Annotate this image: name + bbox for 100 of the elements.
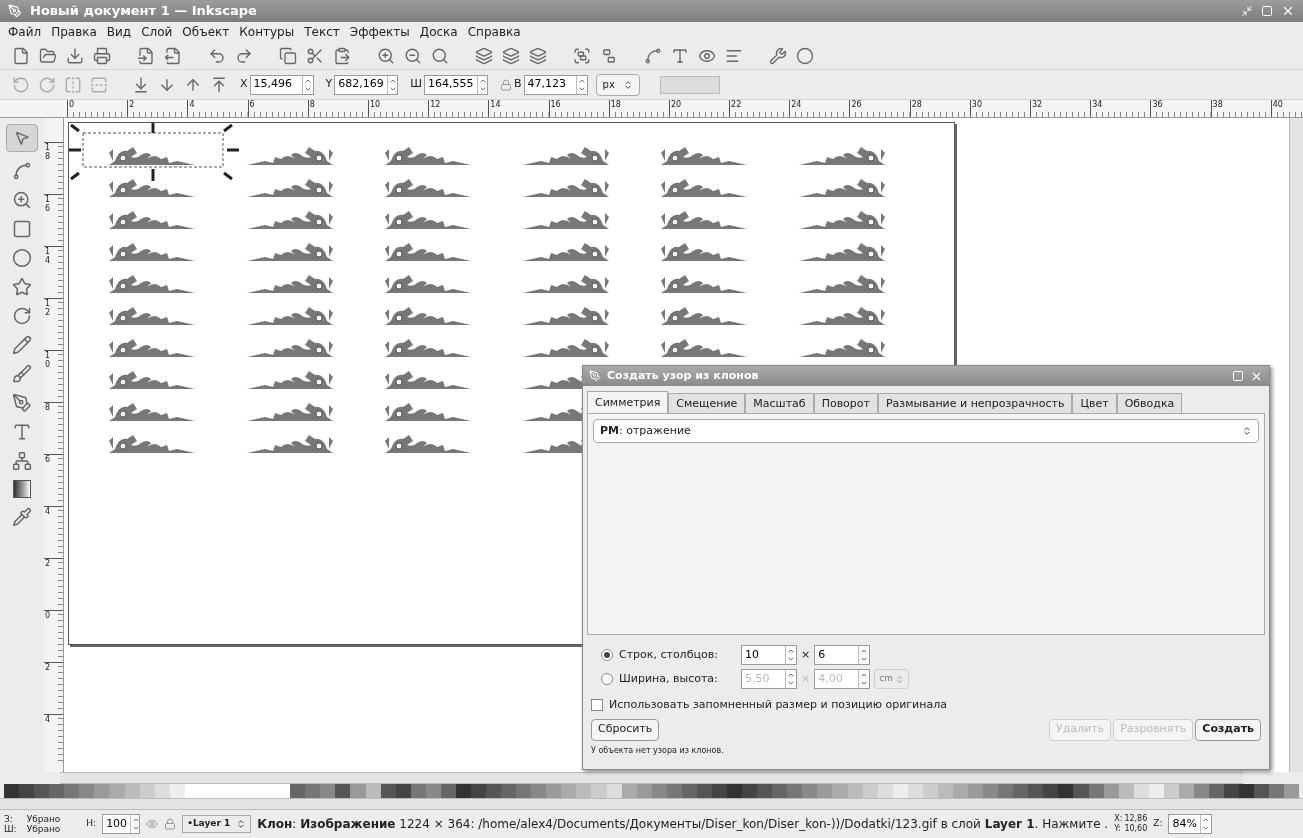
spiral-icon[interactable] (12, 306, 32, 326)
export-icon[interactable] (164, 46, 182, 65)
unit-dropdown[interactable]: px (595, 73, 640, 96)
checkbox[interactable] (591, 699, 603, 712)
menu-item[interactable]: Эффекты (349, 23, 410, 41)
selection-handles-drawing[interactable] (69, 123, 239, 183)
import-icon[interactable] (137, 46, 155, 65)
radio-label: Ширина, высота: (618, 670, 719, 687)
dropper-icon[interactable] (12, 507, 32, 527)
connector-icon[interactable] (12, 451, 32, 471)
rectangle-icon[interactable] (12, 219, 32, 239)
spin-field[interactable]: 47,123 (523, 74, 588, 95)
spin-field[interactable]: 84% (1168, 814, 1213, 834)
ruler-label: 2 (128, 100, 135, 110)
save-icon[interactable] (66, 46, 84, 65)
maximize-icon[interactable] (1261, 5, 1273, 17)
tab[interactable]: Смещение (668, 393, 746, 413)
ruler-label: 26 (850, 100, 862, 110)
tab[interactable]: Цвет (1072, 393, 1117, 413)
ruler-label: 6 (44, 455, 52, 464)
new-document-icon[interactable] (12, 46, 30, 65)
ungroup-icon[interactable] (600, 46, 618, 65)
vertical-scrollbar[interactable] (1289, 118, 1303, 772)
spin-field[interactable]: 15,496 (249, 74, 314, 95)
ruler-label: 10 (44, 351, 52, 369)
times-sign: × (801, 646, 811, 663)
menu-item[interactable]: Файл (8, 23, 42, 41)
spin-field[interactable]: 100 (102, 814, 141, 834)
tab[interactable]: Симметрия (587, 391, 669, 413)
selector-tool[interactable] (6, 124, 38, 152)
spin-field[interactable]: 164,555 (424, 74, 489, 95)
stack-icon[interactable] (502, 46, 520, 65)
ellipse-icon[interactable] (12, 248, 32, 268)
gradient-tool-icon[interactable] (13, 480, 31, 498)
stack-icon[interactable] (475, 46, 493, 65)
star-icon[interactable] (12, 277, 32, 297)
ruler-label: 22 (730, 100, 742, 110)
ruler-label: 8 (44, 403, 52, 412)
ruler-label: 2 (44, 663, 52, 672)
ruler-label: 18 (609, 100, 621, 110)
y-label: Y: (1114, 824, 1122, 834)
lower-to-bottom-icon[interactable] (132, 75, 150, 94)
tab[interactable]: Обводка (1116, 393, 1183, 413)
pen-icon[interactable] (12, 393, 32, 413)
menu-item[interactable]: Контуры (239, 23, 295, 41)
raise-to-top-icon[interactable] (210, 75, 228, 94)
ruler-label: 20 (669, 100, 682, 110)
snap-toggles[interactable] (659, 75, 720, 94)
dropdown-arrow-icon (1242, 426, 1252, 436)
menu-item[interactable]: Вид (106, 23, 132, 41)
ruler-label: 40 (1271, 100, 1283, 110)
spin-field[interactable]: 10 (741, 645, 797, 665)
text-tool-icon[interactable] (12, 422, 32, 442)
zoom-icon[interactable] (431, 46, 449, 65)
close-icon[interactable] (1281, 4, 1295, 18)
dialog-button[interactable]: Создать (1195, 718, 1261, 741)
menu-item[interactable]: Доска (419, 23, 458, 41)
redo-icon[interactable] (235, 46, 253, 65)
zoom-icon[interactable] (12, 190, 32, 210)
node-icon[interactable] (644, 46, 662, 65)
symmetry-value: PM: отражение (600, 422, 692, 439)
group-icon[interactable] (573, 46, 591, 65)
tab[interactable]: Поворот (813, 393, 878, 413)
menu-item[interactable]: Слой (141, 23, 173, 41)
maximize-icon[interactable] (1232, 370, 1244, 382)
ruler-label: 24 (790, 100, 802, 110)
spin-field[interactable]: 682,169 (334, 74, 399, 95)
menu-item[interactable]: Справка (467, 23, 521, 41)
ruler-label: 16 (549, 100, 561, 110)
circle-icon[interactable] (796, 46, 814, 65)
node-tool-icon[interactable] (12, 161, 32, 181)
tab[interactable]: Размывание и непрозрачность (877, 393, 1073, 413)
zoom-in-icon[interactable] (377, 46, 395, 65)
menu-item[interactable]: Объект (182, 23, 230, 41)
layer-dropdown[interactable]: •Layer 1 (182, 815, 252, 833)
undo-icon[interactable] (208, 46, 226, 65)
wrench-icon[interactable] (769, 46, 787, 65)
minimize-icon[interactable] (1241, 5, 1253, 17)
ruler-label: 28 (910, 100, 922, 110)
ruler-label: 14 (489, 100, 501, 110)
radio-button[interactable] (601, 649, 613, 661)
tab[interactable]: Масштаб (745, 393, 814, 413)
symmetry-dropdown[interactable]: PM: отражение (593, 419, 1259, 443)
folder-icon[interactable] (39, 46, 57, 65)
zoom-out-icon[interactable] (404, 46, 422, 65)
cut-icon[interactable] (306, 46, 324, 65)
pencil-icon[interactable] (12, 335, 32, 355)
status-message: Клон: Изображение 1224 × 364: /home/alex4/Documents/Документы/Diser_kon/Diser_kon-))/Dodatki/123.gif в слой Layer 1. Нажмите . (257, 816, 1109, 833)
menu-item[interactable]: Правка (51, 23, 97, 41)
duplicate-icon[interactable] (279, 46, 297, 65)
text-icon[interactable] (671, 46, 689, 65)
brush-icon[interactable] (12, 364, 32, 384)
stack-icon[interactable] (529, 46, 547, 65)
spin-field[interactable]: 6 (814, 645, 871, 665)
paste-icon[interactable] (333, 46, 351, 65)
dialog-button[interactable]: Сбросить (591, 718, 660, 741)
palette-scrollbar[interactable] (0, 798, 1303, 810)
print-icon[interactable] (93, 46, 111, 65)
horizontal-scrollbar[interactable] (60, 772, 1243, 784)
menu-item[interactable]: Текст (304, 23, 340, 41)
